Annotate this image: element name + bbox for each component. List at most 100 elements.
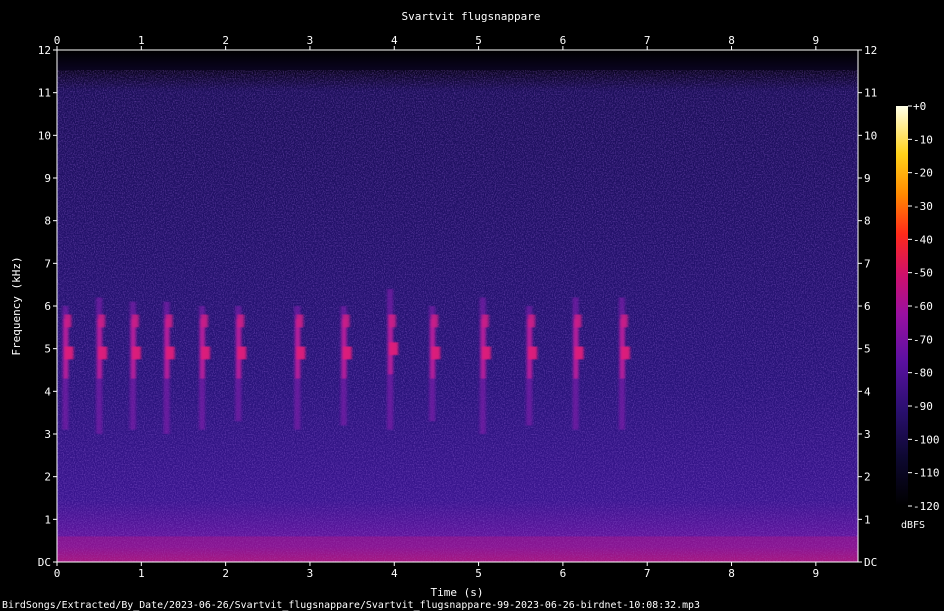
call-peak xyxy=(237,346,247,360)
y-tick-label: 1 xyxy=(44,513,51,526)
y-tick-label-right: 9 xyxy=(864,172,871,185)
x-tick-label: 0 xyxy=(54,567,61,580)
x-tick-label: 1 xyxy=(138,567,145,580)
y-tick-label: 7 xyxy=(44,257,51,270)
call-upper-harmonic xyxy=(296,314,304,328)
spectrogram-figure: Svartvit flugsnappare 0123456789 0123456… xyxy=(2,10,940,611)
x-tick-label-top: 3 xyxy=(307,34,314,47)
colorbar xyxy=(896,106,908,506)
x-tick-label: 6 xyxy=(560,567,567,580)
y-tick-label-right: 1 xyxy=(864,513,871,526)
colorbar-tick-label: -100 xyxy=(913,433,940,446)
colorbar-tick-label: -120 xyxy=(913,500,940,513)
low-frequency-band xyxy=(57,536,858,562)
call-upper-harmonic xyxy=(574,314,582,328)
call-peak xyxy=(98,346,108,360)
y-tick-label-right: 6 xyxy=(864,300,871,313)
call-upper-harmonic xyxy=(481,314,489,328)
y-tick-label: 10 xyxy=(38,129,51,142)
x-tick-label: 5 xyxy=(475,567,482,580)
x-tick-label: 9 xyxy=(813,567,820,580)
colorbar-tick-label: -50 xyxy=(913,267,933,280)
x-axis-bottom: 0 1 2 3 4 5 6 7 8 9 xyxy=(54,562,819,580)
colorbar-tick-label: -60 xyxy=(913,300,933,313)
y-tick-label-right: 10 xyxy=(864,129,877,142)
call-peak xyxy=(165,346,175,360)
y-tick-label: 9 xyxy=(44,172,51,185)
colorbar-tick-label: -20 xyxy=(913,167,933,180)
colorbar-tick-label: -30 xyxy=(913,200,933,213)
colorbar-tick-label: -90 xyxy=(913,400,933,413)
x-axis-label: Time (s) xyxy=(431,586,484,599)
y-tick-label: 6 xyxy=(44,300,51,313)
call-peak xyxy=(64,346,74,360)
y-tick-label-right: 8 xyxy=(864,215,871,228)
y-tick-label-right: 11 xyxy=(864,87,877,100)
y-tick-label: 5 xyxy=(44,343,51,356)
x-tick-label-top: 0 xyxy=(54,34,61,47)
call-peak xyxy=(342,346,352,360)
colorbar-tick-label: -10 xyxy=(913,133,933,146)
call-upper-harmonic xyxy=(237,314,245,328)
y-tick-label: 8 xyxy=(44,215,51,228)
y-tick-label-right: 7 xyxy=(864,257,871,270)
call-peak xyxy=(481,346,491,360)
call-upper-harmonic xyxy=(389,314,397,328)
call-upper-harmonic xyxy=(528,314,536,328)
colorbar-ticks: +0 -10 -20 -30 -40 -50 -60 -70 -80 -90 -100 -110 -12… xyxy=(908,100,940,513)
call-upper-harmonic xyxy=(342,314,350,328)
y-tick-label: 2 xyxy=(44,471,51,484)
y-tick-label-right: 12 xyxy=(864,44,877,57)
y-tick-label: DC xyxy=(38,556,51,569)
call-upper-harmonic xyxy=(98,314,106,328)
y-tick-label: 11 xyxy=(38,87,51,100)
y-tick-label-right: 4 xyxy=(864,385,871,398)
call-peak xyxy=(528,346,538,360)
y-tick-label-right: DC xyxy=(864,556,877,569)
x-tick-label: 7 xyxy=(644,567,651,580)
call-upper-harmonic xyxy=(620,314,628,328)
call-upper-harmonic xyxy=(64,314,72,328)
x-tick-label-top: 8 xyxy=(728,34,735,47)
x-axis-top: 0 1 2 3 4 5 6 7 8 9 xyxy=(54,34,819,50)
x-tick-label: 2 xyxy=(222,567,229,580)
y-tick-label-right: 3 xyxy=(864,428,871,441)
spectrogram-noise xyxy=(57,70,858,562)
y-tick-label-right: 2 xyxy=(864,471,871,484)
call-peak xyxy=(431,346,441,360)
y-axis-label: Frequency (kHz) xyxy=(10,256,23,355)
call-peak xyxy=(574,346,584,360)
x-tick-label: 4 xyxy=(391,567,398,580)
call-upper-harmonic xyxy=(165,314,173,328)
chart-title: Svartvit flugsnappare xyxy=(401,10,540,23)
call-upper-harmonic xyxy=(131,314,139,328)
x-tick-label: 3 xyxy=(307,567,314,580)
call-peak xyxy=(389,342,399,356)
x-tick-label-top: 6 xyxy=(560,34,567,47)
colorbar-tick-label: +0 xyxy=(913,100,926,113)
colorbar-tick-label: -70 xyxy=(913,333,933,346)
call-upper-harmonic xyxy=(431,314,439,328)
colorbar-label: dBFS xyxy=(901,520,925,531)
y-tick-label: 4 xyxy=(44,385,51,398)
call-peak xyxy=(131,346,141,360)
x-tick-label: 8 xyxy=(728,567,735,580)
colorbar-tick-label: -80 xyxy=(913,367,933,380)
call-peak xyxy=(201,346,211,360)
x-tick-label-top: 2 xyxy=(222,34,229,47)
y-tick-label: 3 xyxy=(44,428,51,441)
y-axis-left: DC123456789101112 xyxy=(38,44,57,569)
call-peak xyxy=(620,346,630,360)
x-tick-label-top: 1 xyxy=(138,34,145,47)
x-tick-label-top: 7 xyxy=(644,34,651,47)
x-tick-label-top: 9 xyxy=(813,34,820,47)
call-upper-harmonic xyxy=(201,314,209,328)
x-tick-label-top: 4 xyxy=(391,34,398,47)
x-tick-label-top: 5 xyxy=(475,34,482,47)
y-tick-label: 12 xyxy=(38,44,51,57)
colorbar-tick-label: -110 xyxy=(913,467,940,480)
colorbar-tick-label: -40 xyxy=(913,233,933,246)
plot-area xyxy=(57,50,858,562)
call-peak xyxy=(296,346,306,360)
file-path: BirdSongs/Extracted/By_Date/2023-06-26/S… xyxy=(2,600,700,611)
